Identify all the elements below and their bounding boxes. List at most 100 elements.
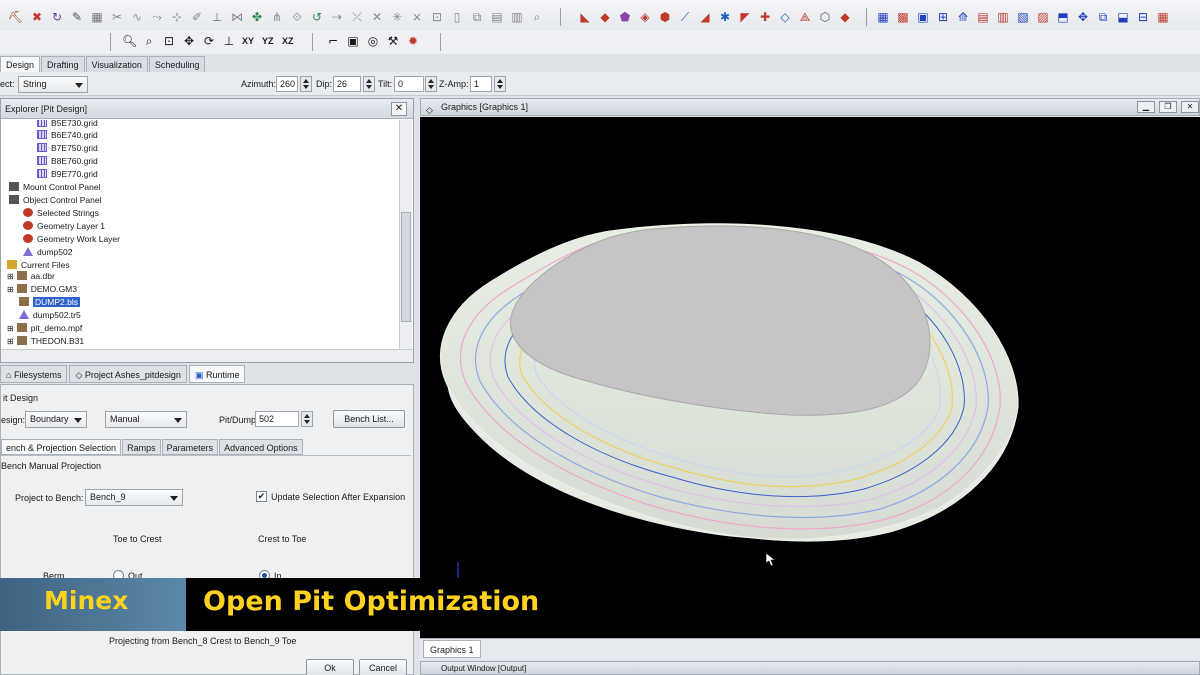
cross-icon[interactable]: ⨯ <box>410 10 424 24</box>
dip-stepper[interactable] <box>363 76 375 92</box>
layer-e-icon[interactable]: ⬢ <box>658 10 672 24</box>
tree-item[interactable]: B6E740.grid <box>37 129 98 141</box>
snap-icon[interactable]: ⊹ <box>170 10 184 24</box>
copy-icon[interactable]: ⧉ <box>470 10 484 24</box>
expand-icon[interactable]: ⊞ <box>7 272 14 281</box>
tab-bench-projection[interactable]: ench & Projection Selection <box>1 439 122 455</box>
bench-list-button[interactable]: Bench List... <box>333 410 405 428</box>
azimuth-field[interactable]: 260 <box>276 76 298 92</box>
extend-icon[interactable]: ⇢ <box>330 10 344 24</box>
dip-field[interactable]: 26 <box>333 76 361 92</box>
layer-h-icon[interactable]: ✱ <box>718 10 732 24</box>
tree-vertical-scrollbar[interactable] <box>399 120 412 350</box>
block-m-icon[interactable]: ⬓ <box>1116 10 1130 24</box>
close-icon[interactable]: ✕ <box>1181 101 1199 113</box>
select-dropdown[interactable]: String <box>18 76 88 93</box>
design-dropdown[interactable]: Boundary <box>25 411 87 428</box>
layer-m-icon[interactable]: ⬡ <box>818 10 832 24</box>
zamp-field[interactable]: 1 <box>470 76 492 92</box>
join-icon[interactable]: ⋈ <box>230 10 244 24</box>
cancel-button[interactable]: Cancel <box>359 659 407 675</box>
view-icon[interactable]: ⊡ <box>430 10 444 24</box>
axes-icon[interactable]: ⊥ <box>222 34 236 48</box>
tree-item[interactable]: ⊞ pit_demo.mpf <box>7 322 82 334</box>
tab-drafting[interactable]: Drafting <box>41 56 85 72</box>
tilt-field[interactable]: 0 <box>394 76 424 92</box>
zoom-in-icon[interactable]: 🔍︎ <box>122 34 137 48</box>
ok-button[interactable]: Ok <box>306 659 354 675</box>
xy-view-button[interactable]: XY <box>242 36 254 46</box>
tab-runtime[interactable]: ▣ Runtime <box>188 365 246 383</box>
block-l-icon[interactable]: ⧉ <box>1096 10 1110 24</box>
block-b-icon[interactable]: ▩ <box>896 10 910 24</box>
block-c-icon[interactable]: ▣ <box>916 10 930 24</box>
curve-icon[interactable]: ∿ <box>130 10 144 24</box>
block-h-icon[interactable]: ▧ <box>1016 10 1030 24</box>
rotate-icon[interactable]: ↻ <box>50 10 64 24</box>
tree-item[interactable]: ⊞ aa.dbr <box>7 270 55 282</box>
azimuth-stepper[interactable] <box>300 76 312 92</box>
block-g-icon[interactable]: ▥ <box>996 10 1010 24</box>
update-selection-checkbox[interactable]: ✔ <box>256 491 267 502</box>
block-d-icon[interactable]: ⊞ <box>936 10 950 24</box>
tree-item[interactable]: ⊞ THEDON.B31 <box>7 335 84 347</box>
block-k-icon[interactable]: ✥ <box>1076 10 1090 24</box>
block-o-icon[interactable]: ▦ <box>1156 10 1170 24</box>
pencil-icon[interactable]: ✐ <box>190 10 204 24</box>
layer-f-icon[interactable]: ⟋ <box>678 10 692 24</box>
chart-icon[interactable]: ▤ <box>490 10 504 24</box>
block-n-icon[interactable]: ⊟ <box>1136 10 1150 24</box>
layer-a-icon[interactable]: ◣ <box>578 10 592 24</box>
node-icon[interactable]: ✤ <box>250 10 264 24</box>
target-icon[interactable]: ◎ <box>366 34 380 48</box>
tree-item[interactable]: B9E770.grid <box>37 168 98 180</box>
rotate-point-icon[interactable]: ↺ <box>310 10 324 24</box>
tilt-stepper[interactable] <box>425 76 437 92</box>
layer-b-icon[interactable]: ◆ <box>598 10 612 24</box>
expand-icon[interactable]: ⊞ <box>7 324 14 333</box>
layer-j-icon[interactable]: ✚ <box>758 10 772 24</box>
mode-dropdown[interactable]: Manual <box>105 411 187 428</box>
tab-scheduling[interactable]: Scheduling <box>148 56 206 72</box>
zamp-stepper[interactable] <box>494 76 506 92</box>
search-icon[interactable]: ⌕ <box>530 10 544 24</box>
tools-icon[interactable]: ⚒ <box>386 34 400 48</box>
xz-view-button[interactable]: XZ <box>282 36 294 46</box>
pitdump-field[interactable]: 502 <box>255 411 299 427</box>
tab-visualization[interactable]: Visualization <box>85 56 148 72</box>
layer-d-icon[interactable]: ◈ <box>638 10 652 24</box>
page-icon[interactable]: ▯ <box>450 10 464 24</box>
restore-icon[interactable]: ❐ <box>1159 101 1177 113</box>
tab-ramps[interactable]: Ramps <box>122 439 161 455</box>
tab-parameters[interactable]: Parameters <box>161 439 219 455</box>
fire-icon[interactable]: ✹ <box>406 34 420 48</box>
open-icon[interactable]: ⛏ <box>8 10 23 24</box>
pitdump-stepper[interactable] <box>301 411 313 427</box>
tree-item[interactable]: B8E760.grid <box>37 155 98 167</box>
tree-horizontal-scrollbar[interactable] <box>1 349 413 362</box>
layer-n-icon[interactable]: ◆ <box>838 10 852 24</box>
layer-c-icon[interactable]: ⬟ <box>618 10 632 24</box>
yz-view-button[interactable]: YZ <box>262 36 274 46</box>
tab-design[interactable]: Design <box>0 56 41 72</box>
tree-item[interactable]: ⊞ DEMO.GM3 <box>7 283 77 295</box>
tree-item[interactable]: Selected Strings <box>23 207 99 219</box>
graphics-viewport[interactable] <box>420 117 1200 638</box>
block-e-icon[interactable]: ⟰ <box>956 10 970 24</box>
block-j-icon[interactable]: ⬒ <box>1056 10 1070 24</box>
block-i-icon[interactable]: ▨ <box>1036 10 1050 24</box>
tree-item[interactable]: Geometry Work Layer <box>23 233 120 245</box>
link-icon[interactable]: ⤳ <box>150 10 164 24</box>
merge-icon[interactable]: ⋔ <box>270 10 284 24</box>
tab-advanced-options[interactable]: Advanced Options <box>219 439 303 455</box>
edit-icon[interactable]: ✎ <box>70 10 84 24</box>
tree-item[interactable]: B7E750.grid <box>37 142 98 154</box>
cut-icon[interactable]: ✂ <box>110 10 124 24</box>
layer-g-icon[interactable]: ◢ <box>698 10 712 24</box>
close-icon[interactable]: ✕ <box>391 102 407 116</box>
tab-graphics-1[interactable]: Graphics 1 <box>423 640 481 658</box>
project-to-bench-dropdown[interactable]: Bench_9 <box>85 489 183 506</box>
block-f-icon[interactable]: ▤ <box>976 10 990 24</box>
clear-icon[interactable]: ✕ <box>370 10 384 24</box>
pan-icon[interactable]: ✥ <box>182 34 196 48</box>
